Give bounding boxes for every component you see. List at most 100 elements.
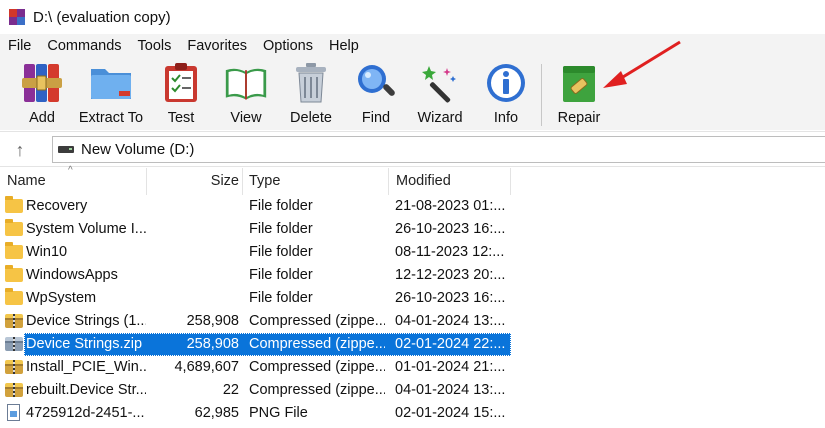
file-modified: 21-08-2023 01:... <box>395 198 506 214</box>
list-item[interactable]: Recovery File folder 21-08-2023 01:... <box>0 195 825 218</box>
menu-file[interactable]: File <box>0 38 39 54</box>
list-item[interactable]: Install_PCIE_Win... 4,689,607 Compressed… <box>0 356 825 379</box>
test-clipboard-icon <box>159 61 203 105</box>
zip-icon <box>5 383 23 397</box>
test-label: Test <box>167 110 195 126</box>
list-item[interactable]: Device Strings (1... 258,908 Compressed … <box>0 310 825 333</box>
menu-options[interactable]: Options <box>255 38 321 54</box>
list-item[interactable]: WindowsApps File folder 12-12-2023 20:..… <box>0 264 825 287</box>
extract-to-button[interactable]: Extract To <box>73 61 149 129</box>
file-modified: 12-12-2023 20:... <box>395 267 506 283</box>
wizard-button[interactable]: Wizard <box>402 61 478 129</box>
add-button[interactable]: Add <box>4 61 80 129</box>
winrar-app-icon <box>9 9 25 25</box>
file-name: Win10 <box>26 244 68 260</box>
file-name: Device Strings.zip <box>26 336 143 352</box>
file-type: PNG File <box>249 405 308 421</box>
list-item[interactable]: Win10 File folder 08-11-2023 12:... <box>0 241 825 264</box>
address-path: New Volume (D:) <box>81 141 195 158</box>
window-title: D:\ (evaluation copy) <box>33 8 171 26</box>
list-item-selected[interactable]: Device Strings.zip 258,908 Compressed (z… <box>0 333 825 356</box>
zip-icon <box>5 314 23 328</box>
column-header-row: Name ^ Size Type Modified <box>0 165 825 195</box>
file-name: System Volume I... <box>26 221 146 237</box>
file-size: 258,908 <box>186 336 239 352</box>
info-circle-icon <box>484 61 528 105</box>
file-size: 22 <box>222 382 239 398</box>
column-divider[interactable] <box>510 168 511 195</box>
file-modified: 26-10-2023 16:... <box>395 290 506 306</box>
file-name: WpSystem <box>26 290 97 306</box>
list-item[interactable]: System Volume I... File folder 26-10-202… <box>0 218 825 241</box>
file-size <box>147 287 239 310</box>
drive-icon <box>58 146 74 153</box>
menu-bar: File Commands Tools Favorites Options He… <box>0 34 825 58</box>
find-magnifier-icon <box>354 61 398 105</box>
column-header-name[interactable]: Name <box>7 168 46 195</box>
repair-button[interactable]: Repair <box>541 61 617 129</box>
list-item[interactable]: 4725912d-2451-... 62,985 PNG File 02-01-… <box>0 402 825 425</box>
folder-icon <box>5 242 23 259</box>
list-item[interactable]: rebuilt.Device Str... 22 Compressed (zip… <box>0 379 825 402</box>
file-type: Compressed (zippe... <box>249 313 385 329</box>
file-modified: 02-01-2024 22:... <box>395 336 506 352</box>
address-field[interactable]: New Volume (D:) <box>52 136 825 163</box>
column-header-size[interactable]: Size <box>147 168 239 195</box>
menu-commands[interactable]: Commands <box>39 38 129 54</box>
delete-trash-icon <box>289 61 333 105</box>
column-header-type[interactable]: Type <box>249 168 280 195</box>
file-name: Install_PCIE_Win... <box>26 359 146 375</box>
folder-icon <box>5 265 23 282</box>
column-divider[interactable] <box>242 168 243 195</box>
folder-icon <box>5 288 23 305</box>
zip-icon <box>5 337 23 351</box>
column-header-modified[interactable]: Modified <box>396 168 451 195</box>
file-size <box>147 195 239 218</box>
file-size <box>147 264 239 287</box>
column-divider[interactable] <box>388 168 389 195</box>
view-book-icon <box>224 61 268 105</box>
add-label: Add <box>29 110 55 126</box>
zip-icon <box>5 360 23 374</box>
info-button[interactable]: Info <box>468 61 544 129</box>
wizard-label: Wizard <box>417 110 463 126</box>
file-list: Name ^ Size Type Modified Recovery File … <box>0 165 825 428</box>
file-size: 258,908 <box>186 313 239 329</box>
file-name: rebuilt.Device Str... <box>26 382 146 398</box>
list-item[interactable]: WpSystem File folder 26-10-2023 16:... <box>0 287 825 310</box>
delete-label: Delete <box>290 110 332 126</box>
menu-tools[interactable]: Tools <box>130 38 180 54</box>
address-bar: ↑ New Volume (D:) <box>0 131 825 167</box>
file-name: WindowsApps <box>26 267 118 283</box>
file-modified: 02-01-2024 15:... <box>395 405 506 421</box>
wizard-wand-icon <box>418 61 462 105</box>
folder-icon <box>5 196 23 213</box>
file-modified: 04-01-2024 13:... <box>395 382 506 398</box>
file-size <box>147 218 239 241</box>
file-type: File folder <box>249 267 313 283</box>
file-type: Compressed (zippe... <box>249 336 385 352</box>
folder-icon <box>5 219 23 236</box>
file-modified: 08-11-2023 12:... <box>395 244 505 260</box>
png-file-icon <box>7 404 20 421</box>
up-arrow-icon[interactable]: ↑ <box>10 140 30 160</box>
file-type: File folder <box>249 221 313 237</box>
toolbar: Add Extract To Test View Delete Find Wiz… <box>0 58 825 130</box>
menu-help[interactable]: Help <box>321 38 367 54</box>
info-label: Info <box>493 110 519 126</box>
extract-folder-icon <box>89 61 133 105</box>
find-label: Find <box>361 110 391 126</box>
view-label: View <box>230 110 262 126</box>
repair-first-aid-icon <box>557 61 601 105</box>
title-bar: D:\ (evaluation copy) <box>0 0 825 34</box>
file-modified: 01-01-2024 21:... <box>395 359 506 375</box>
sort-ascending-icon: ^ <box>68 165 73 176</box>
file-type: File folder <box>249 244 313 260</box>
file-modified: 04-01-2024 13:... <box>395 313 506 329</box>
file-name: Recovery <box>26 198 88 214</box>
extract-to-label: Extract To <box>78 110 144 126</box>
file-size <box>147 241 239 264</box>
file-type: Compressed (zippe... <box>249 359 385 375</box>
add-archive-icon <box>20 61 64 105</box>
menu-favorites[interactable]: Favorites <box>179 38 255 54</box>
